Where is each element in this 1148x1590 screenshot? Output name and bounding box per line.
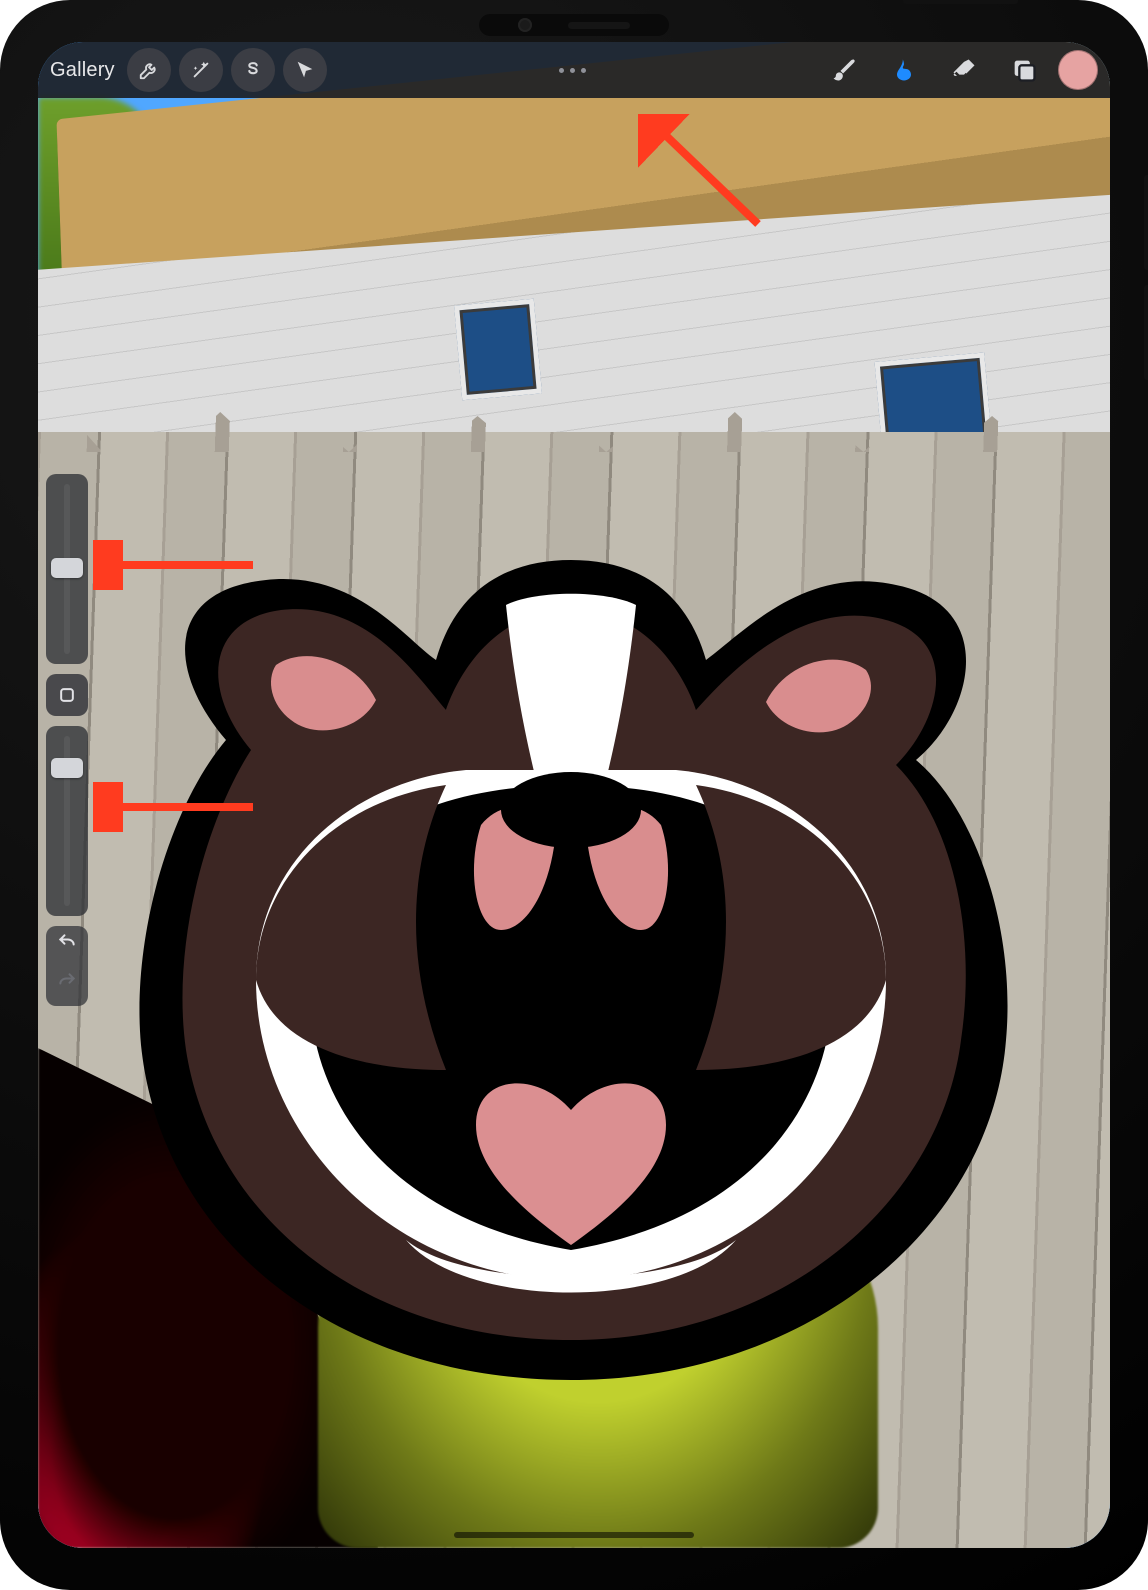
- layers-button[interactable]: [998, 48, 1050, 92]
- arrow-cursor-icon: [294, 59, 316, 81]
- house-window-left: [454, 299, 542, 401]
- canvas-artwork[interactable]: [38, 42, 1110, 1548]
- actions-button[interactable]: [127, 48, 171, 92]
- ipad-frame: Gallery: [0, 0, 1148, 1590]
- dog-illustration: [106, 550, 1036, 1400]
- eraser-tool-button[interactable]: [938, 48, 990, 92]
- brush-icon: [830, 56, 858, 84]
- volume-up-physical: [1144, 175, 1148, 270]
- square-icon: [57, 685, 77, 705]
- wand-icon: [190, 59, 212, 81]
- gallery-button[interactable]: Gallery: [50, 59, 115, 82]
- ellipsis-icon: [559, 68, 586, 73]
- transform-button[interactable]: [283, 48, 327, 92]
- toolbar-left-group: Gallery: [50, 48, 327, 92]
- brush-size-thumb[interactable]: [51, 558, 83, 578]
- screen: Gallery: [38, 42, 1110, 1548]
- redo-button[interactable]: [56, 971, 78, 996]
- selection-button[interactable]: [231, 48, 275, 92]
- sensor-island: [479, 14, 669, 36]
- color-swatch-button[interactable]: [1058, 50, 1098, 90]
- undo-button[interactable]: [56, 932, 78, 957]
- eraser-icon: [950, 56, 978, 84]
- modify-menu-button[interactable]: [550, 48, 594, 92]
- modify-square-button[interactable]: [46, 674, 88, 716]
- brush-opacity-thumb[interactable]: [51, 758, 83, 778]
- brush-size-slider[interactable]: [46, 474, 88, 664]
- brush-opacity-slider[interactable]: [46, 726, 88, 916]
- undo-icon: [56, 932, 78, 952]
- layers-icon: [1010, 56, 1038, 84]
- smudge-icon: [890, 56, 918, 84]
- top-toolbar: Gallery: [38, 42, 1110, 98]
- smudge-tool-button[interactable]: [878, 48, 930, 92]
- toolbar-right-group: [818, 48, 1098, 92]
- brush-tool-button[interactable]: [818, 48, 870, 92]
- power-button-physical: [903, 0, 1018, 4]
- home-indicator[interactable]: [454, 1532, 694, 1538]
- wrench-icon: [138, 59, 160, 81]
- redo-icon: [56, 971, 78, 991]
- adjustments-button[interactable]: [179, 48, 223, 92]
- side-panel: [38, 474, 96, 1006]
- toolbar-center-group: [333, 48, 812, 92]
- volume-down-physical: [1144, 285, 1148, 380]
- s-selection-icon: [242, 59, 264, 81]
- undo-redo-group: [46, 926, 88, 1006]
